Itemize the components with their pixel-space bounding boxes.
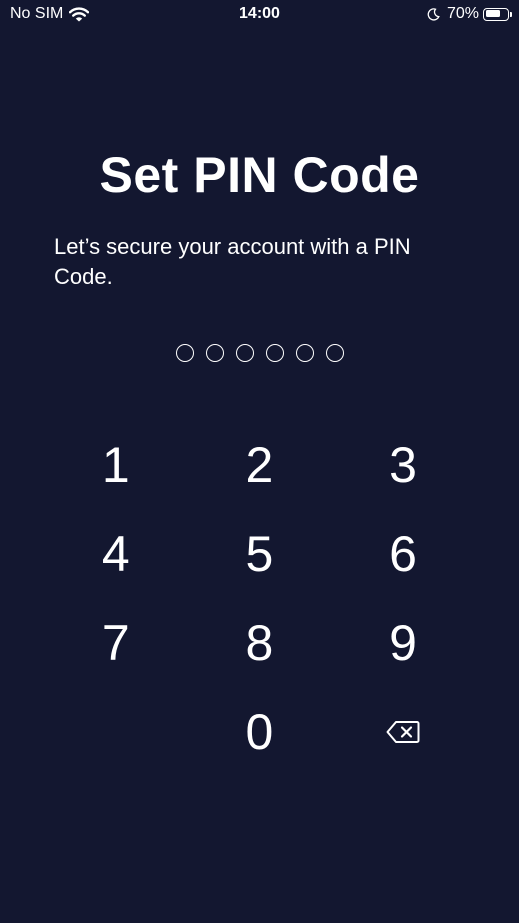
pin-dot [205,344,224,362]
keypad-key-5[interactable]: 5 [188,509,332,598]
keypad-key-9[interactable]: 9 [331,598,475,687]
battery-icon [483,7,512,21]
keypad-key-6[interactable]: 6 [331,509,475,598]
keypad-key-4[interactable]: 4 [44,509,188,598]
battery-fill [485,10,500,17]
moon-icon [427,7,440,20]
keypad-key-7[interactable]: 7 [44,598,188,687]
page-subtitle: Let’s secure your account with a PIN Cod… [54,234,411,289]
status-right: 70% [427,5,512,23]
battery-nub [510,11,512,17]
backspace-button[interactable] [331,687,475,776]
keypad-key-0[interactable]: 0 [188,687,332,776]
keypad-key-2[interactable]: 2 [188,420,332,509]
pin-dot [175,344,194,362]
pin-dot [295,344,314,362]
pin-dot [265,344,284,362]
pin-dot [325,344,344,362]
status-bar: No SIM 14:00 70% [0,0,519,30]
pin-indicator [0,344,519,362]
keypad-empty-slot [44,687,188,776]
pin-dot [235,344,254,362]
keypad-key-1[interactable]: 1 [44,420,188,509]
numeric-keypad: 123 456 7890 [44,420,475,776]
backspace-icon [386,720,420,743]
page-title: Set PIN Code [99,147,420,203]
keypad-key-3[interactable]: 3 [331,420,475,509]
keypad-key-8[interactable]: 8 [188,598,332,687]
battery-percent: 70% [446,5,479,22]
